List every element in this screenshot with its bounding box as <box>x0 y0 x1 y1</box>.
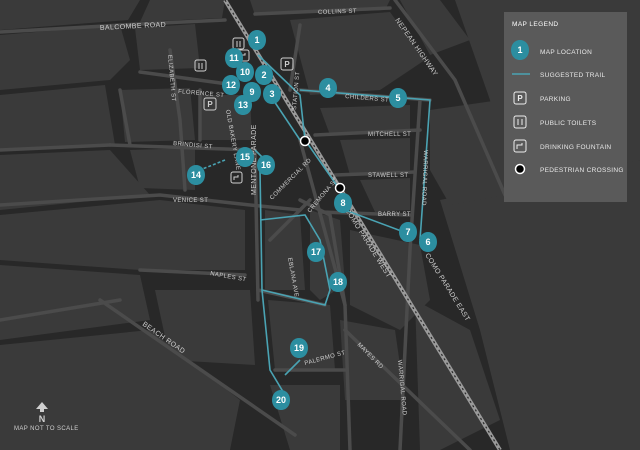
map-marker[interactable]: 6 <box>419 232 437 252</box>
map-marker-icon: 1 <box>511 40 529 60</box>
map-marker[interactable]: 14 <box>187 165 205 185</box>
svg-text:15: 15 <box>240 152 250 162</box>
street-label: VENICE ST <box>173 198 208 204</box>
svg-text:17: 17 <box>311 247 321 257</box>
svg-text:12: 12 <box>226 80 236 90</box>
parking-icon: P <box>280 57 294 71</box>
map-legend: MAP LEGEND 1 MAP LOCATION SUGGESTED TRAI… <box>504 12 627 202</box>
map-marker[interactable]: 11 <box>225 48 243 68</box>
street-label: BARRY ST <box>378 212 411 218</box>
svg-text:N: N <box>39 414 46 424</box>
map-marker[interactable]: 2 <box>255 65 273 85</box>
pedestrian-crossing-icon <box>334 182 346 194</box>
svg-text:18: 18 <box>333 277 343 287</box>
pedestrian-crossing-icon <box>514 163 526 175</box>
legend-title: MAP LEGEND <box>512 21 559 28</box>
legend-label: PUBLIC TOILETS <box>540 120 597 127</box>
pedestrian-crossing-icon <box>299 135 311 147</box>
toilets-icon <box>513 115 527 129</box>
street-label: COLLINS ST <box>318 9 357 16</box>
legend-label: PEDESTRIAN CROSSING <box>540 167 624 174</box>
svg-text:P: P <box>517 94 523 103</box>
svg-text:3: 3 <box>269 89 274 99</box>
svg-text:14: 14 <box>191 170 201 180</box>
svg-text:6: 6 <box>425 237 430 247</box>
map-marker[interactable]: 3 <box>263 84 281 104</box>
toilets-icon <box>232 37 245 50</box>
map-marker[interactable]: 20 <box>272 390 290 410</box>
map-marker[interactable]: 19 <box>290 338 308 358</box>
svg-text:1: 1 <box>254 35 259 45</box>
legend-label: SUGGESTED TRAIL <box>540 72 606 79</box>
svg-text:P: P <box>207 100 213 109</box>
svg-text:19: 19 <box>294 343 304 353</box>
map-marker[interactable]: 7 <box>399 222 417 242</box>
scale-note: MAP NOT TO SCALE <box>14 426 79 432</box>
map-marker[interactable]: 15 <box>236 147 254 167</box>
svg-text:16: 16 <box>261 160 271 170</box>
svg-text:1: 1 <box>517 45 522 55</box>
svg-text:9: 9 <box>249 87 254 97</box>
map-marker[interactable]: 4 <box>319 78 337 98</box>
svg-text:7: 7 <box>405 227 410 237</box>
svg-text:2: 2 <box>261 70 266 80</box>
street-label: MITCHELL ST <box>368 132 411 138</box>
legend-label: PARKING <box>540 96 571 103</box>
svg-text:20: 20 <box>276 395 286 405</box>
street-label: COMMERCIAL RD <box>269 157 313 201</box>
drinking-fountain-icon <box>513 139 527 153</box>
svg-text:5: 5 <box>395 93 400 103</box>
map-marker[interactable]: 18 <box>329 272 347 292</box>
drinking-fountain-icon <box>230 171 243 184</box>
map-marker[interactable]: 16 <box>257 155 275 175</box>
svg-text:8: 8 <box>340 198 345 208</box>
map-canvas: P P BALCOMBE ROAD COLLINS ST NEPEAN HIGH… <box>0 0 640 450</box>
legend-label: DRINKING FOUNTAIN <box>540 144 611 151</box>
svg-text:4: 4 <box>325 83 330 93</box>
legend-label: MAP LOCATION <box>540 49 592 56</box>
map-marker[interactable]: 5 <box>389 88 407 108</box>
svg-text:10: 10 <box>240 67 250 77</box>
map-marker[interactable]: 17 <box>307 242 325 262</box>
map-marker[interactable]: 1 <box>248 30 266 50</box>
map-marker[interactable]: 8 <box>334 193 352 213</box>
map-marker[interactable]: 13 <box>234 95 252 115</box>
street-label: STAWELL ST <box>368 173 408 179</box>
svg-text:13: 13 <box>238 100 248 110</box>
map-marker[interactable]: 12 <box>222 75 240 95</box>
parking-icon: P <box>513 91 527 105</box>
legend-panel: MAP LEGEND 1 MAP LOCATION SUGGESTED TRAI… <box>511 21 624 175</box>
street-label: WARRIGAL ROAD <box>420 150 428 206</box>
svg-text:P: P <box>284 60 290 69</box>
svg-text:11: 11 <box>229 53 239 63</box>
